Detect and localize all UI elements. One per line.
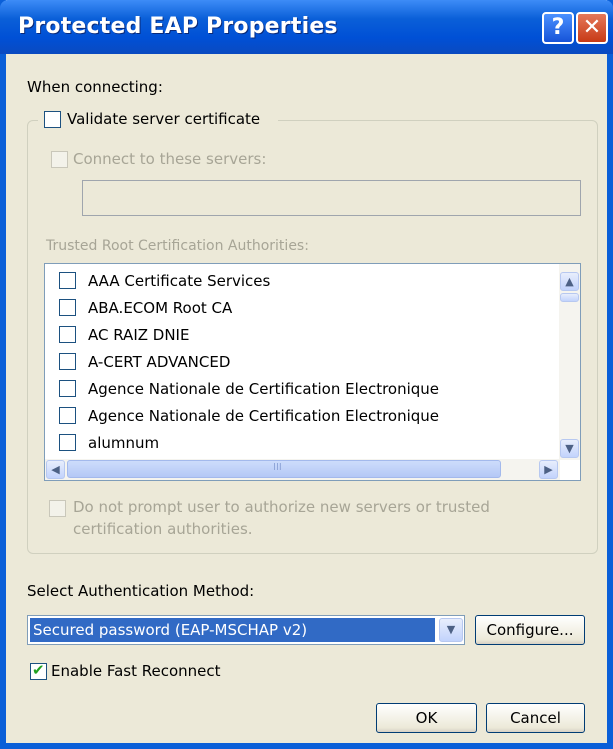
ca-checkbox[interactable] — [59, 299, 76, 316]
ca-checkbox[interactable] — [59, 407, 76, 424]
cancel-button[interactable]: Cancel — [486, 703, 585, 733]
horizontal-scrollbar[interactable]: ◀ III ▶ — [45, 459, 560, 480]
ca-name: Agence Nationale de Certification Electr… — [88, 407, 440, 425]
ca-name: ABA.ECOM Root CA — [88, 299, 233, 317]
validate-server-certificate-checkbox[interactable] — [44, 111, 61, 128]
auth-method-select[interactable]: Secured password (EAP-MSCHAP v2) ▼ — [27, 615, 465, 645]
list-item[interactable]: ABA.ECOM Root CA — [45, 294, 545, 322]
trusted-ca-list[interactable]: AAA Certificate Services ABA.ECOM Root C… — [44, 263, 581, 481]
thumb-grip: III — [273, 462, 282, 473]
fast-reconnect-checkbox[interactable] — [30, 661, 47, 680]
ca-name: alumnum — [88, 434, 160, 452]
scroll-right-icon[interactable]: ▶ — [539, 460, 558, 479]
when-connecting-heading: When connecting: — [27, 78, 163, 96]
close-button[interactable]: ✕ — [576, 12, 608, 44]
list-item[interactable]: alumnum — [45, 429, 545, 457]
configure-button[interactable]: Configure... — [475, 615, 585, 645]
ca-name: Agence Nationale de Certification Electr… — [88, 380, 440, 398]
ok-button[interactable]: OK — [376, 703, 477, 733]
ca-name: AAA Certificate Services — [88, 272, 271, 290]
scroll-up-icon[interactable]: ▲ — [560, 272, 579, 291]
scroll-down-icon[interactable]: ▼ — [560, 439, 579, 458]
connect-to-servers-label: Connect to these servers: — [73, 150, 267, 168]
no-prompt-label-line1: Do not prompt user to authorize new serv… — [73, 498, 490, 516]
ca-name: AC RAIZ DNIE — [88, 326, 190, 344]
help-button[interactable]: ? — [542, 12, 574, 44]
list-item[interactable]: A-CERT ADVANCED — [45, 348, 545, 376]
auth-method-heading: Select Authentication Method: — [27, 582, 255, 600]
list-item[interactable]: AAA Certificate Services — [45, 267, 545, 295]
ca-name: A-CERT ADVANCED — [88, 353, 231, 371]
ca-checkbox[interactable] — [59, 326, 76, 343]
title-bar[interactable]: Protected EAP Properties ? ✕ — [0, 0, 613, 54]
scroll-thumb[interactable] — [560, 293, 579, 302]
fast-reconnect-label[interactable]: Enable Fast Reconnect — [51, 662, 221, 680]
list-item[interactable]: AC RAIZ DNIE — [45, 321, 545, 349]
no-prompt-checkbox[interactable] — [49, 500, 66, 517]
no-prompt-label-line2: certification authorities. — [73, 520, 253, 538]
scroll-left-icon[interactable]: ◀ — [46, 460, 65, 479]
ca-checkbox[interactable] — [59, 272, 76, 289]
horizontal-scroll-thumb[interactable]: III — [67, 460, 501, 478]
validate-server-certificate-label[interactable]: Validate server certificate — [67, 110, 260, 128]
list-item[interactable]: Agence Nationale de Certification Electr… — [45, 375, 545, 403]
window-title: Protected EAP Properties — [18, 14, 338, 39]
ca-checkbox[interactable] — [59, 380, 76, 397]
list-item[interactable]: Agence Nationale de Certification Electr… — [45, 402, 545, 430]
ca-checkbox[interactable] — [59, 434, 76, 451]
trusted-root-ca-heading: Trusted Root Certification Authorities: — [46, 238, 309, 254]
vertical-scrollbar[interactable]: ▲ ▼ — [559, 264, 580, 460]
chevron-down-icon[interactable]: ▼ — [439, 618, 463, 642]
auth-method-selected-value: Secured password (EAP-MSCHAP v2) — [30, 618, 435, 642]
servers-input[interactable] — [82, 180, 581, 216]
connect-to-servers-checkbox[interactable] — [51, 151, 68, 168]
ca-checkbox[interactable] — [59, 353, 76, 370]
